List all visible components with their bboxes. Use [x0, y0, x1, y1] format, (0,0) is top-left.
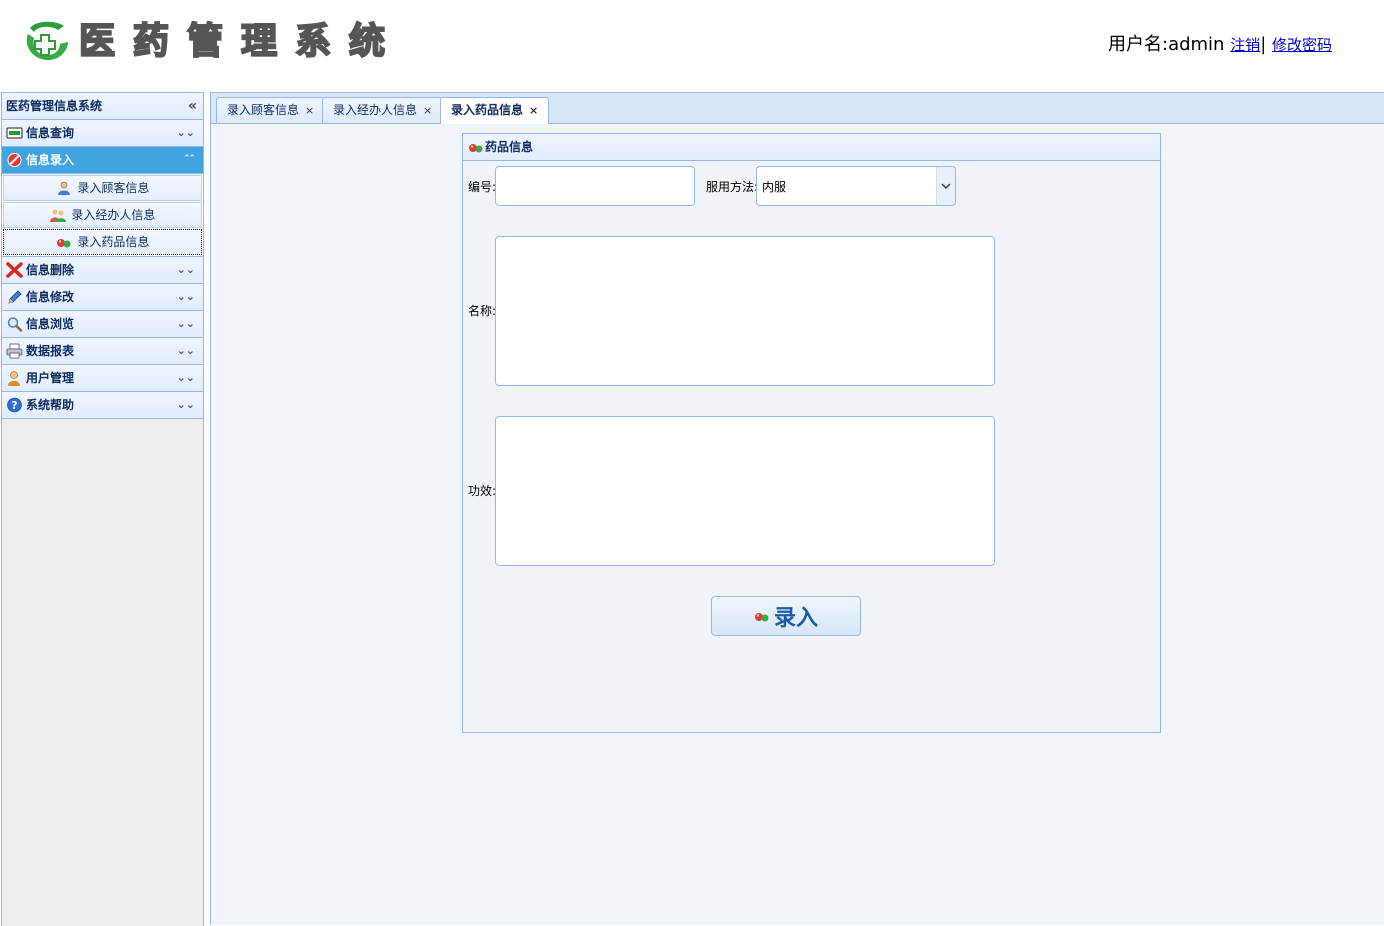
logo-char: 理 — [240, 19, 278, 63]
pencil-icon — [8, 290, 22, 304]
sidebar-section-label: 数据报表 — [26, 344, 75, 358]
code-label: 编号: — [468, 180, 497, 194]
logo-char: 统 — [348, 19, 386, 63]
medical-cross-logo-icon — [26, 21, 68, 61]
header: 医 药 管 理 系 统 用户名:admin 注销| 修改密码 — [0, 0, 1384, 90]
sidebar-section-label: 信息删除 — [26, 263, 75, 277]
sidebar-section-label: 系统帮助 — [26, 398, 75, 412]
sidebar-item-label: 录入经办人信息 — [71, 208, 156, 222]
help-icon: ? — [7, 397, 22, 413]
effect-textarea[interactable] — [495, 416, 995, 566]
sidebar-item-handler-entry[interactable]: 录入经办人信息 — [3, 202, 202, 228]
collapse-sidebar-icon[interactable]: « — [188, 93, 197, 119]
sidebar-section-query[interactable]: 信息查询 ⌄⌄ — [2, 120, 203, 147]
effect-label: 功效: — [468, 484, 497, 498]
magnifier-icon — [7, 317, 23, 332]
sidebar: 医药管理信息系统 « 信息查询 ⌄⌄ 信息录入 ˆˆ 录入顾客信息 录入经办人信… — [1, 92, 204, 926]
sidebar-item-customer-entry[interactable]: 录入顾客信息 — [3, 175, 202, 201]
app-logo: 医 药 管 理 系 统 — [22, 18, 386, 64]
tab-bar: 录入顾客信息 × 录入经办人信息 × 录入药品信息 × — [211, 92, 1384, 124]
sidebar-section-label: 信息录入 — [26, 153, 75, 167]
printer-icon — [6, 343, 23, 359]
logo-title: 医 药 管 理 系 统 — [78, 18, 386, 64]
method-select[interactable]: 内服 — [756, 166, 956, 206]
tab-customer-entry[interactable]: 录入顾客信息 × — [216, 97, 326, 123]
method-label: 服用方法: — [706, 180, 759, 194]
username-label: 用户名:admin — [1108, 34, 1225, 55]
chevron-down-icon[interactable]: ⌄⌄ — [177, 365, 195, 391]
sidebar-section-report[interactable]: 数据报表 ⌄⌄ — [2, 338, 203, 365]
sidebar-section-label: 信息浏览 — [26, 317, 75, 331]
tab-label: 录入顾客信息 — [227, 103, 300, 117]
chevron-up-icon[interactable]: ˆˆ — [184, 147, 195, 173]
panel-title: 药品信息 — [463, 134, 1160, 161]
sidebar-section-browse[interactable]: 信息浏览 ⌄⌄ — [2, 311, 203, 338]
sidebar-title: 医药管理信息系统 « — [2, 93, 203, 120]
sidebar-section-label: 信息查询 — [26, 126, 75, 140]
chevron-down-icon[interactable]: ⌄⌄ — [177, 284, 195, 310]
logo-char: 医 — [78, 19, 116, 63]
sidebar-sublist-entry: 录入顾客信息 录入经办人信息 录入药品信息 — [2, 175, 203, 257]
user-icon — [57, 181, 70, 195]
chevron-down-icon[interactable]: ⌄⌄ — [177, 120, 195, 146]
medicine-info-panel: 药品信息 编号: 服用方法: 内服 名称: 功效: 录入 — [462, 133, 1161, 733]
users-icon — [49, 209, 66, 222]
logo-char: 药 — [132, 19, 170, 63]
chevron-down-icon[interactable]: ⌄⌄ — [177, 338, 195, 364]
method-select-value: 内服 — [762, 179, 787, 194]
close-icon[interactable]: × — [423, 104, 432, 117]
chevron-down-icon[interactable] — [936, 167, 955, 205]
chevron-down-icon[interactable]: ⌄⌄ — [177, 311, 195, 337]
submit-button[interactable]: 录入 — [711, 596, 861, 636]
sidebar-section-delete[interactable]: 信息删除 ⌄⌄ — [2, 257, 203, 284]
submit-button-label: 录入 — [773, 606, 818, 631]
code-input[interactable] — [495, 166, 695, 206]
chevron-down-icon[interactable]: ⌄⌄ — [177, 392, 195, 418]
sidebar-title-text: 医药管理信息系统 — [6, 99, 103, 113]
name-label: 名称: — [468, 304, 497, 318]
tab-label: 录入经办人信息 — [333, 103, 418, 117]
sidebar-section-label: 用户管理 — [26, 371, 75, 385]
forbidden-icon — [7, 153, 22, 167]
user-bar: 用户名:admin 注销| 修改密码 — [1108, 30, 1332, 56]
svg-text:?: ? — [11, 399, 17, 412]
pills-icon — [469, 144, 483, 153]
panel-title-text: 药品信息 — [485, 140, 534, 154]
sidebar-item-label: 录入顾客信息 — [77, 181, 150, 195]
sidebar-section-modify[interactable]: 信息修改 ⌄⌄ — [2, 284, 203, 311]
logo-char: 系 — [294, 19, 332, 63]
sidebar-section-label: 信息修改 — [26, 290, 75, 304]
change-password-link[interactable]: 修改密码 — [1272, 36, 1332, 54]
tab-medicine-entry[interactable]: 录入药品信息 × — [440, 97, 550, 124]
name-textarea[interactable] — [495, 236, 995, 386]
logout-link[interactable]: 注销 — [1230, 36, 1260, 54]
close-icon[interactable]: × — [305, 104, 314, 117]
delete-x-icon — [6, 262, 23, 278]
user-manage-icon — [8, 371, 20, 386]
chevron-down-icon[interactable]: ⌄⌄ — [177, 257, 195, 283]
card-icon — [6, 127, 23, 139]
sidebar-item-label: 录入药品信息 — [77, 235, 150, 249]
link-separator: | — [1260, 34, 1267, 55]
sidebar-section-user-manage[interactable]: 用户管理 ⌄⌄ — [2, 365, 203, 392]
pills-icon — [56, 239, 71, 248]
sidebar-section-entry[interactable]: 信息录入 ˆˆ — [2, 147, 203, 174]
close-icon[interactable]: × — [529, 104, 538, 117]
tab-handler-entry[interactable]: 录入经办人信息 × — [322, 97, 444, 123]
logo-char: 管 — [186, 19, 224, 63]
sidebar-item-medicine-entry[interactable]: 录入药品信息 — [3, 229, 202, 255]
sidebar-section-help[interactable]: ? 系统帮助 ⌄⌄ — [2, 392, 203, 419]
tab-label: 录入药品信息 — [451, 103, 524, 117]
main-content: 录入顾客信息 × 录入经办人信息 × 录入药品信息 × 药品信息 编号: 服用方法: … — [210, 92, 1384, 925]
pills-icon — [754, 613, 769, 622]
